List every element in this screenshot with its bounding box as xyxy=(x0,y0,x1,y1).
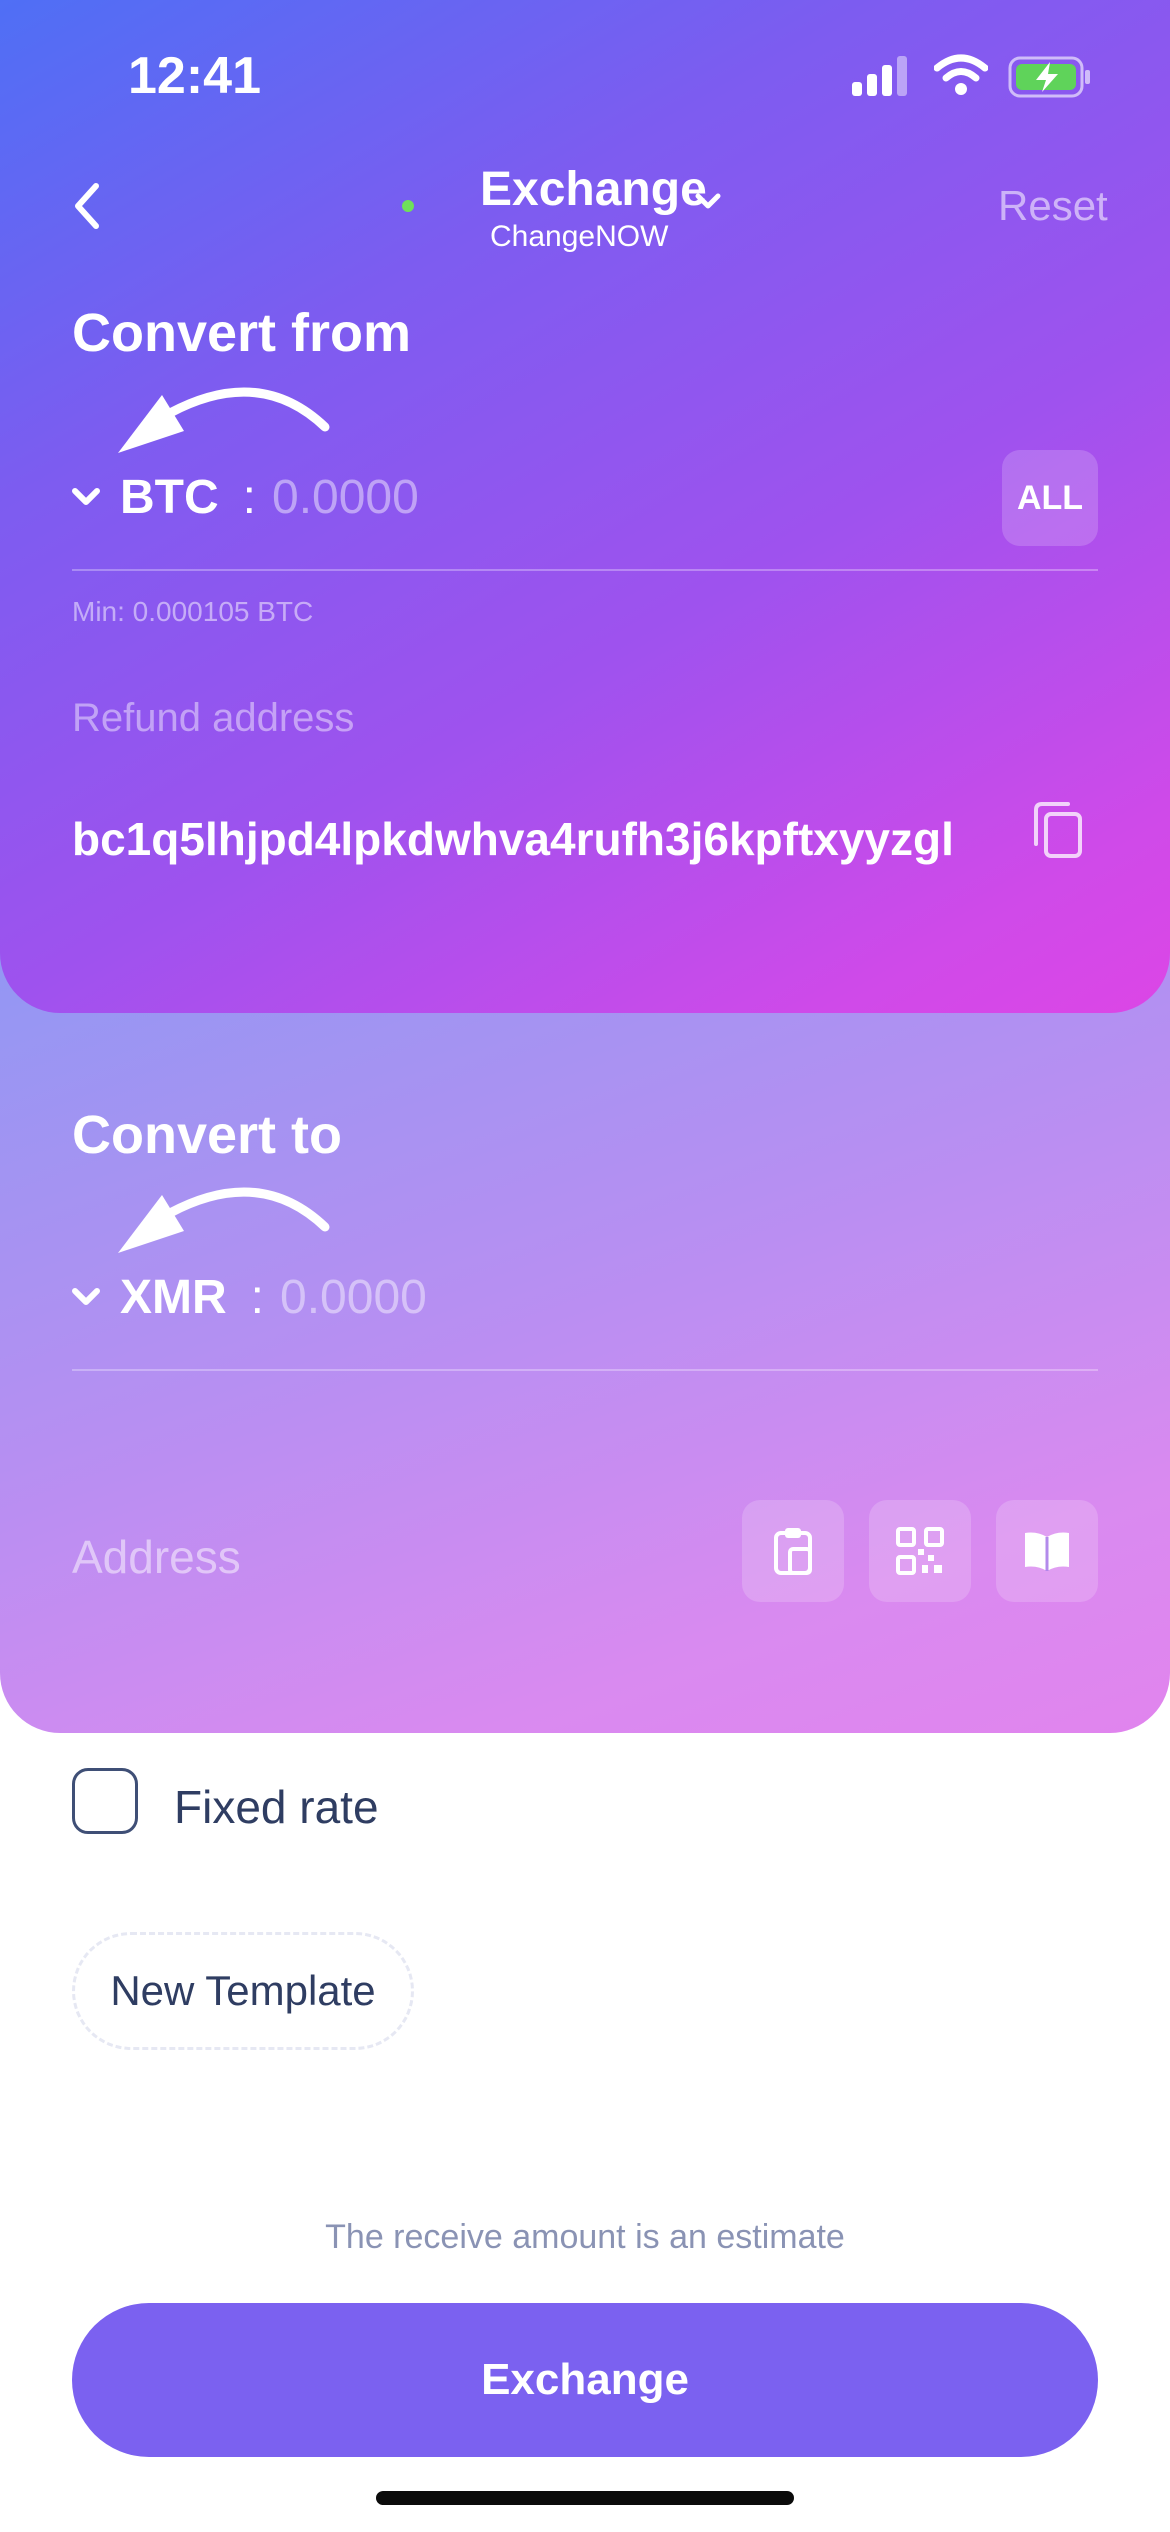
estimate-note: The receive amount is an estimate xyxy=(325,2218,845,2256)
reset-button[interactable]: Reset xyxy=(998,182,1108,230)
scan-qr-button[interactable] xyxy=(869,1500,971,1602)
signal-icon xyxy=(852,56,907,96)
convert-to-title: Convert to xyxy=(72,1105,342,1165)
wifi-icon xyxy=(934,54,988,95)
convert-from-title: Convert from xyxy=(72,303,412,363)
exchange-button[interactable]: Exchange xyxy=(72,2303,1098,2457)
paste-button[interactable] xyxy=(742,1500,844,1602)
fixed-rate-label[interactable]: Fixed rate xyxy=(174,1780,379,1834)
status-time: 12:41 xyxy=(128,47,261,105)
to-amount-input[interactable]: 0.0000 xyxy=(280,1270,427,1325)
fixed-rate-checkbox[interactable] xyxy=(72,1768,138,1834)
home-indicator xyxy=(376,2491,794,2505)
all-amount-button[interactable]: ALL xyxy=(1002,450,1098,546)
curved-arrow-icon xyxy=(118,1187,330,1253)
min-amount-label: Min: 0.000105 BTC xyxy=(72,596,314,627)
refund-address-field[interactable]: bc1q5lhjpd4lpkdwhva4rufh3j6kpftxyyzglr xyxy=(72,812,954,866)
header-title[interactable]: Exchange xyxy=(480,162,707,217)
clipboard-icon xyxy=(774,1528,812,1575)
book-icon xyxy=(1025,1532,1069,1571)
from-currency-selector[interactable]: BTC : 0.0000 xyxy=(70,470,419,525)
to-currency-selector[interactable]: XMR : 0.0000 xyxy=(70,1270,427,1325)
from-amount-input[interactable]: 0.0000 xyxy=(272,470,419,525)
refund-address-label: Refund address xyxy=(72,696,355,740)
receive-address-input[interactable]: Address xyxy=(72,1530,241,1584)
from-separator: : xyxy=(242,471,256,524)
battery-icon xyxy=(1008,56,1090,98)
to-separator: : xyxy=(250,1271,265,1324)
chevron-down-icon[interactable] xyxy=(694,192,722,212)
qr-code-icon xyxy=(896,1527,944,1575)
from-currency-code: BTC xyxy=(120,471,219,524)
back-chevron-icon[interactable] xyxy=(72,182,102,230)
chevron-down-icon xyxy=(72,1287,100,1305)
curved-arrow-icon xyxy=(118,387,330,453)
to-currency-code: XMR xyxy=(120,1271,227,1324)
new-template-button[interactable]: New Template xyxy=(72,1932,414,2050)
divider xyxy=(72,1369,1098,1371)
header-subtitle: ChangeNOW xyxy=(490,220,669,253)
address-book-button[interactable] xyxy=(996,1500,1098,1602)
copy-icon[interactable] xyxy=(1030,800,1086,862)
chevron-down-icon xyxy=(72,487,100,505)
online-status-dot xyxy=(402,200,414,212)
divider xyxy=(72,569,1098,571)
